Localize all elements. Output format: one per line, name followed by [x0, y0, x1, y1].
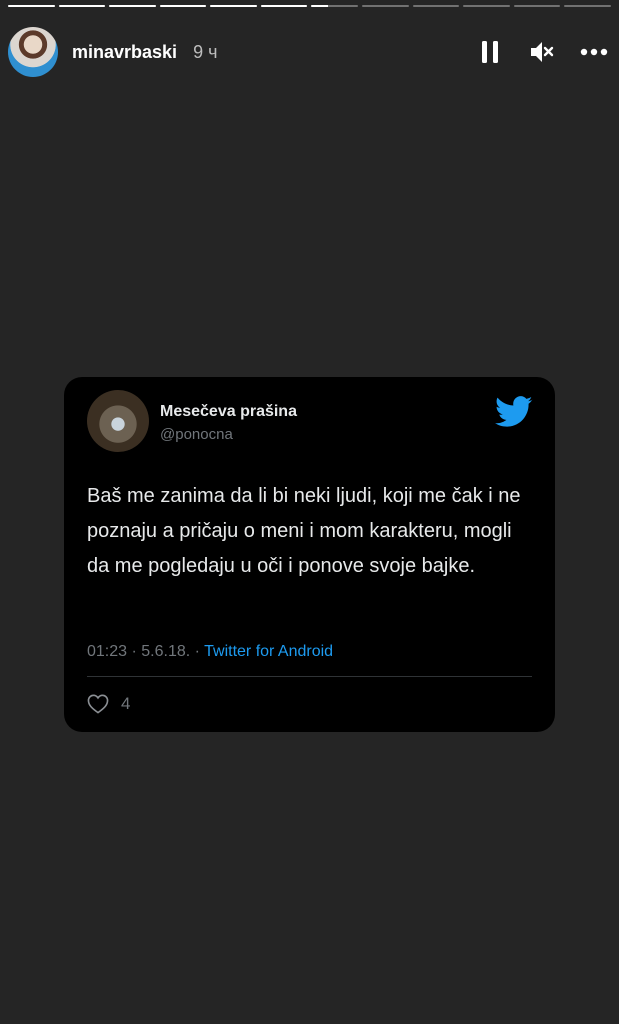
- tweet-text: Baš me zanima da li bi neki ljudi, koji …: [87, 485, 521, 577]
- more-options-button[interactable]: [579, 37, 609, 67]
- tweet-display-name: Mesečeva prašina: [160, 403, 297, 420]
- avatar[interactable]: [8, 27, 58, 77]
- progress-segment-fill: [109, 5, 156, 7]
- progress-segment: [159, 5, 207, 7]
- heart-icon: [87, 694, 109, 714]
- progress-segment: [260, 5, 308, 7]
- username[interactable]: minavrbaski: [72, 42, 177, 63]
- progress-segment-fill: [210, 5, 257, 7]
- progress-segment-fill: [58, 5, 106, 7]
- progress-segment: [109, 5, 156, 7]
- story-viewer: minavrbaski 9 ч Mesečeva prašina @ponocn…: [0, 0, 619, 1024]
- progress-segment-fill: [8, 5, 55, 7]
- mute-icon: [531, 42, 554, 62]
- progress-segment: [311, 5, 359, 7]
- progress-segment: [210, 5, 257, 7]
- twitter-bird-icon: [495, 396, 533, 427]
- progress-segment: [412, 5, 460, 7]
- progress-segment: [463, 5, 510, 7]
- story-controls: [475, 37, 609, 67]
- tweet-card[interactable]: Mesečeva prašina @ponocna Baš me zanima …: [64, 377, 555, 732]
- pause-icon: [482, 41, 498, 63]
- progress-segment: [58, 5, 106, 7]
- progress-segment: [564, 5, 611, 7]
- divider: [87, 676, 532, 677]
- progress-segment-fill: [311, 5, 328, 7]
- pause-button[interactable]: [475, 37, 505, 67]
- progress-segment: [513, 5, 561, 7]
- progress-segment-fill: [159, 5, 207, 7]
- progress-segment: [362, 5, 409, 7]
- more-icon: [580, 48, 608, 56]
- tweet-handle: @ponocna: [160, 426, 233, 443]
- tweet-avatar: [87, 390, 149, 452]
- story-progress-bar: [8, 5, 611, 7]
- tweet-meta: 01:23 · 5.6.18. · Twitter for Android: [87, 643, 333, 661]
- story-header: minavrbaski 9 ч: [8, 27, 609, 77]
- mute-button[interactable]: [527, 37, 557, 67]
- progress-segment: [8, 5, 55, 7]
- post-time: 9 ч: [193, 41, 218, 62]
- tweet-likes[interactable]: 4: [87, 694, 130, 714]
- progress-segment-fill: [260, 5, 308, 7]
- tweet-source-link[interactable]: Twitter for Android: [204, 643, 333, 660]
- tweet-timestamp: 01:23 · 5.6.18. ·: [87, 643, 205, 660]
- like-count: 4: [121, 694, 131, 713]
